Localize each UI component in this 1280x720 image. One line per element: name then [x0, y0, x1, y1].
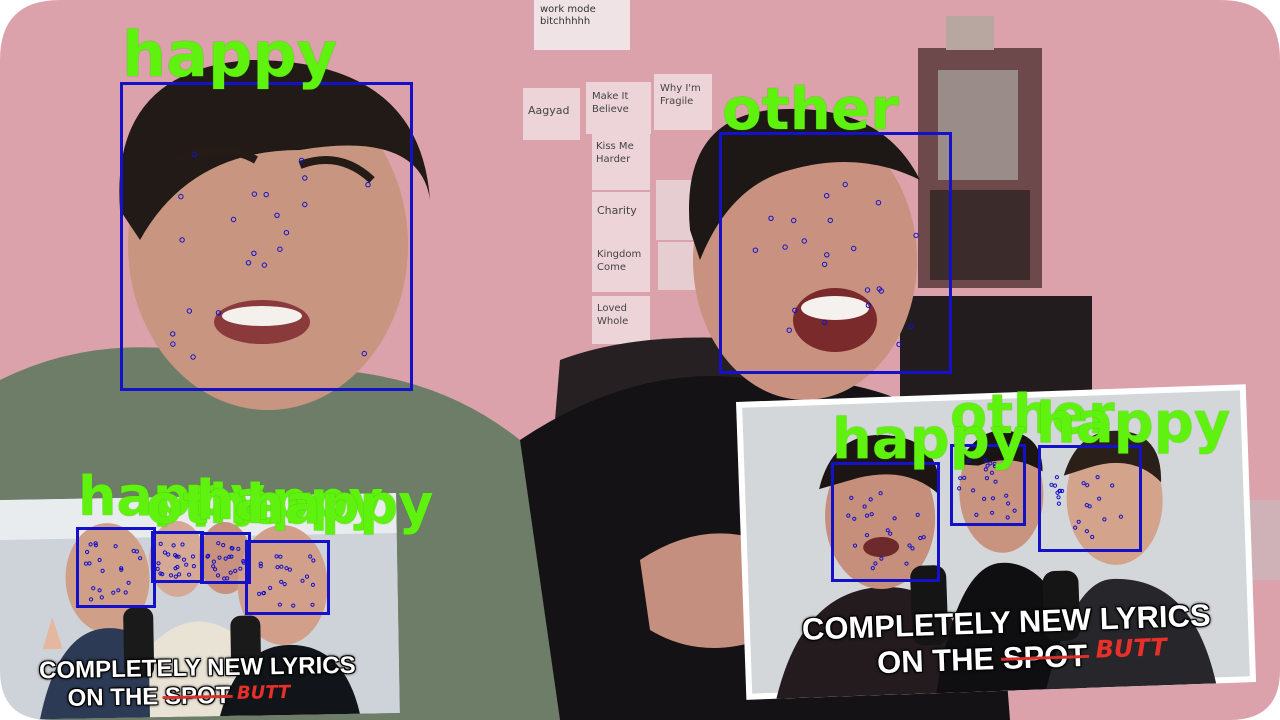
- face-bounding-box: [200, 532, 251, 584]
- emotion-label: happy: [832, 407, 1027, 472]
- emotion-label: other: [722, 75, 899, 143]
- emotion-label: happy: [246, 473, 434, 536]
- emotion-label: happy: [1036, 391, 1231, 456]
- face-bounding-box: [151, 531, 204, 583]
- video-frame: work mode bitchhhhh Aagyad Make It Belie…: [0, 0, 1280, 720]
- face-bounding-box: [245, 540, 330, 615]
- face-bounding-box: [719, 132, 952, 374]
- face-bounding-box: [1038, 445, 1142, 552]
- face-bounding-box: [120, 82, 413, 391]
- emotion-label: happy: [122, 18, 338, 91]
- face-bounding-box: [76, 527, 156, 608]
- face-bounding-box: [831, 462, 940, 582]
